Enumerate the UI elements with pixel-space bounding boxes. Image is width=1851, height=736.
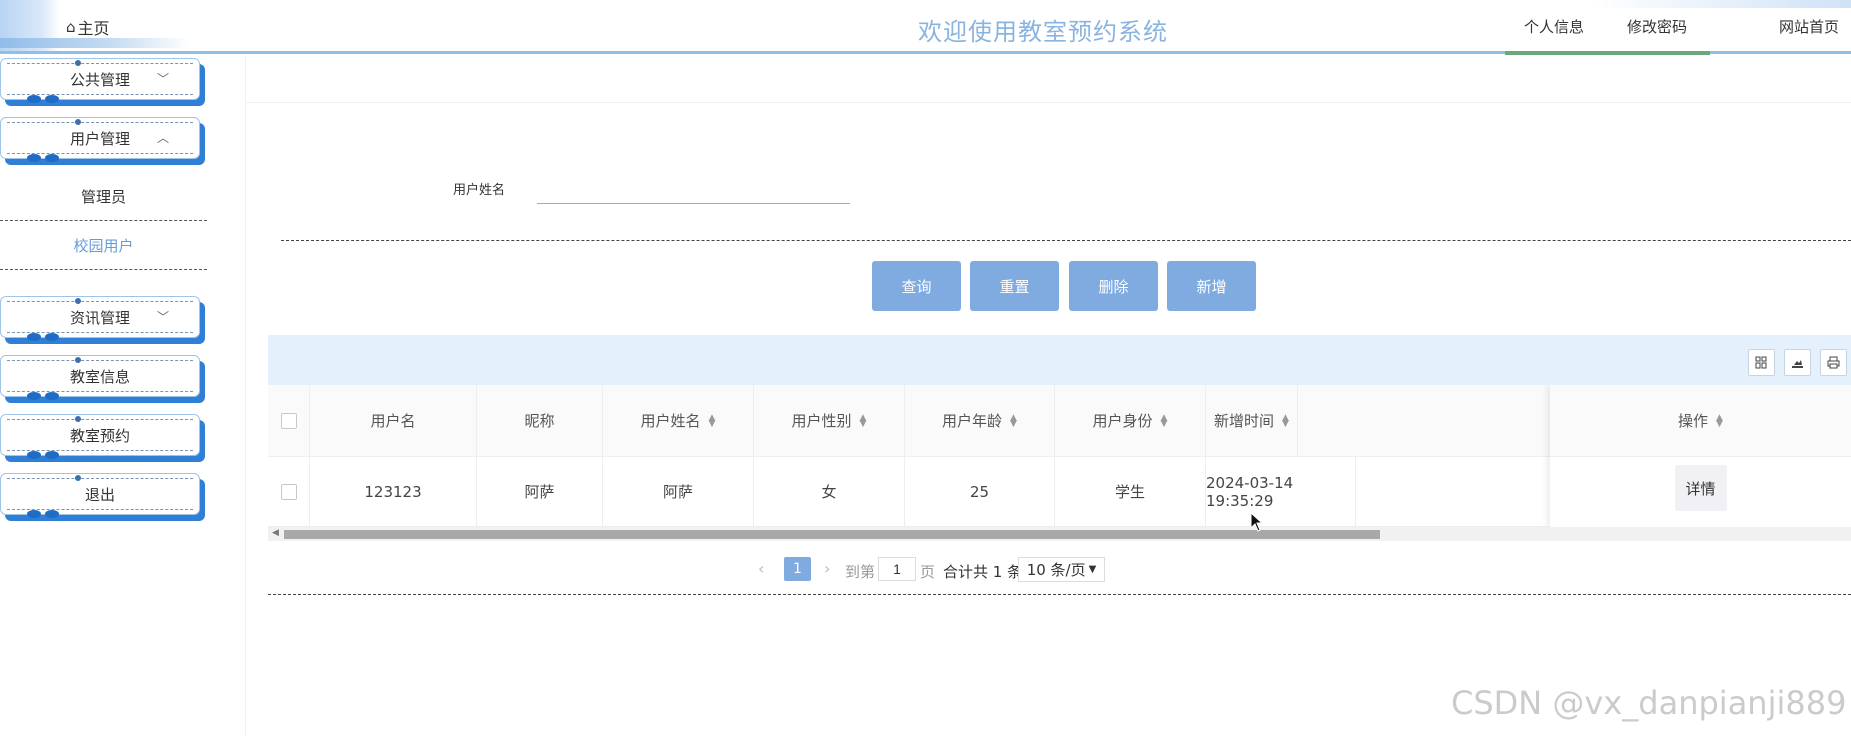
horizontal-scrollbar[interactable]: ◀ [268, 527, 1851, 541]
nav-profile-link[interactable]: 个人信息 [1524, 16, 1584, 37]
sidebar-menu-user-management[interactable]: 用户管理 ︿ [0, 117, 205, 165]
sidebar-menu-label: 用户管理 [69, 129, 130, 148]
current-page-button[interactable]: 1 [784, 557, 811, 581]
delete-button[interactable]: 删除 [1069, 261, 1158, 311]
sidebar-menu-classroom-info[interactable]: 教室信息 [0, 355, 205, 403]
header-decoration-right [1591, 0, 1851, 8]
next-page-icon[interactable]: › [824, 559, 830, 578]
sidebar-item-campus-user[interactable]: 校园用户 [0, 222, 207, 270]
column-header-gender[interactable]: 用户性别 ▲ ▼ [754, 385, 905, 456]
chevron-up-icon: ︿ [156, 131, 169, 145]
nav-change-password-link[interactable]: 修改密码 [1627, 16, 1687, 37]
sidebar-item-label: 校园用户 [73, 237, 134, 255]
sidebar-menu-classroom-booking[interactable]: 教室预约 [0, 414, 205, 462]
goto-page-input[interactable] [878, 557, 916, 581]
sidebar-item-label: 管理员 [80, 188, 126, 206]
column-header-age[interactable]: 用户年龄 ▲ ▼ [905, 385, 1055, 456]
column-header-username[interactable]: 用户名 [310, 385, 477, 456]
sidebar: 公共管理 ﹀ 用户管理 ︿ 管理员 校园用户 资讯管理 ﹀ 教室信息 教室预约 … [0, 56, 246, 736]
home-icon: ⌂ [66, 18, 76, 36]
row-checkbox[interactable] [280, 483, 297, 500]
sidebar-menu-news-management[interactable]: 资讯管理 ﹀ [0, 296, 205, 344]
cell-age: 25 [905, 457, 1055, 526]
chevron-down-icon: ﹀ [156, 72, 169, 86]
detail-button[interactable]: 详情 [1674, 465, 1727, 511]
fixed-action-column: 操作 ▲ ▼ 详情 [1550, 385, 1851, 527]
cell-real-name: 阿萨 [603, 457, 754, 526]
sort-icon[interactable]: ▲ ▼ [1161, 413, 1168, 428]
scroll-thumb[interactable] [284, 530, 1380, 539]
cell-created-at: 2024-03-14 19:35:29 [1206, 457, 1356, 526]
column-header-nickname[interactable]: 昵称 [477, 385, 603, 456]
page-size-select[interactable]: 10 条/页 ▼ [1018, 557, 1105, 582]
columns-icon[interactable] [1748, 349, 1775, 376]
select-all-checkbox[interactable] [280, 412, 297, 429]
sidebar-menu-label: 退出 [84, 485, 115, 504]
table-toolbar [268, 335, 1851, 385]
page-title: 欢迎使用教室预约系统 [918, 18, 1168, 46]
user-name-search-input[interactable] [537, 169, 850, 204]
column-header-action[interactable]: 操作 ▲ ▼ [1550, 385, 1851, 457]
sidebar-menu-label: 教室信息 [69, 367, 130, 386]
cell-nickname: 阿萨 [477, 457, 603, 526]
scroll-left-arrow-icon[interactable]: ◀ [272, 528, 279, 538]
home-link[interactable]: ⌂ 主页 [66, 15, 110, 39]
sort-icon[interactable]: ▲ ▼ [1716, 413, 1723, 428]
sidebar-item-admin[interactable]: 管理员 [0, 173, 207, 221]
nav-website-home-link[interactable]: 网站首页 [1779, 16, 1839, 37]
column-header-real-name[interactable]: 用户姓名 ▲ ▼ [603, 385, 754, 456]
reset-button[interactable]: 重置 [970, 261, 1059, 311]
column-header-created-at[interactable]: 新增时间 ▲ ▼ [1206, 385, 1298, 456]
sort-icon[interactable]: ▲ ▼ [709, 413, 716, 428]
goto-label: 到第 [845, 563, 876, 581]
top-header: ⌂ 主页 欢迎使用教室预约系统 个人信息 修改密码 网站首页 [0, 0, 1851, 56]
sort-icon[interactable]: ▲ ▼ [1282, 413, 1289, 428]
search-label: 用户姓名 [453, 183, 506, 198]
prev-page-icon[interactable]: ‹ [758, 559, 764, 578]
chevron-down-icon: ▼ [1088, 564, 1097, 575]
total-count: 合计共 1 条 [943, 563, 1023, 581]
pagination: ‹ 1 › 到第 页 合计共 1 条 10 条/页 ▼ [268, 545, 1851, 595]
header-decoration-stripe [0, 38, 190, 48]
chevron-down-icon: ﹀ [156, 310, 169, 324]
sort-icon[interactable]: ▲ ▼ [1010, 413, 1017, 428]
query-button[interactable]: 查询 [872, 261, 961, 311]
section-divider [281, 240, 1851, 241]
home-label: 主页 [77, 19, 110, 38]
page-label: 页 [920, 563, 936, 581]
sidebar-menu-public-management[interactable]: 公共管理 ﹀ [0, 58, 205, 106]
sidebar-menu-label: 公共管理 [69, 70, 130, 89]
export-icon[interactable] [1784, 349, 1811, 376]
sidebar-menu-label: 教室预约 [69, 426, 130, 445]
cell-gender: 女 [754, 457, 905, 526]
cell-identity: 学生 [1055, 457, 1206, 526]
sort-icon[interactable]: ▲ ▼ [860, 413, 867, 428]
sidebar-menu-logout[interactable]: 退出 [0, 473, 205, 521]
sidebar-menu-label: 资讯管理 [69, 308, 130, 327]
add-button[interactable]: 新增 [1167, 261, 1256, 311]
table-bottom-divider [268, 594, 1851, 595]
mouse-cursor-icon [1250, 511, 1264, 536]
main-content: 用户姓名 查询 重置 删除 新增 用户名 昵称 用户姓名 ▲ ▼ 用户性别 ▲ … [246, 102, 1851, 736]
column-header-identity[interactable]: 用户身份 ▲ ▼ [1055, 385, 1206, 456]
nav-active-indicator [1505, 51, 1710, 55]
print-icon[interactable] [1820, 349, 1847, 376]
watermark: CSDN @vx_danpianji889 [1451, 684, 1847, 722]
cell-username: 123123 [310, 457, 477, 526]
data-table: 用户名 昵称 用户姓名 ▲ ▼ 用户性别 ▲ ▼ 用户年龄 ▲ ▼ 用户身份 ▲ ▼ [268, 385, 1851, 545]
